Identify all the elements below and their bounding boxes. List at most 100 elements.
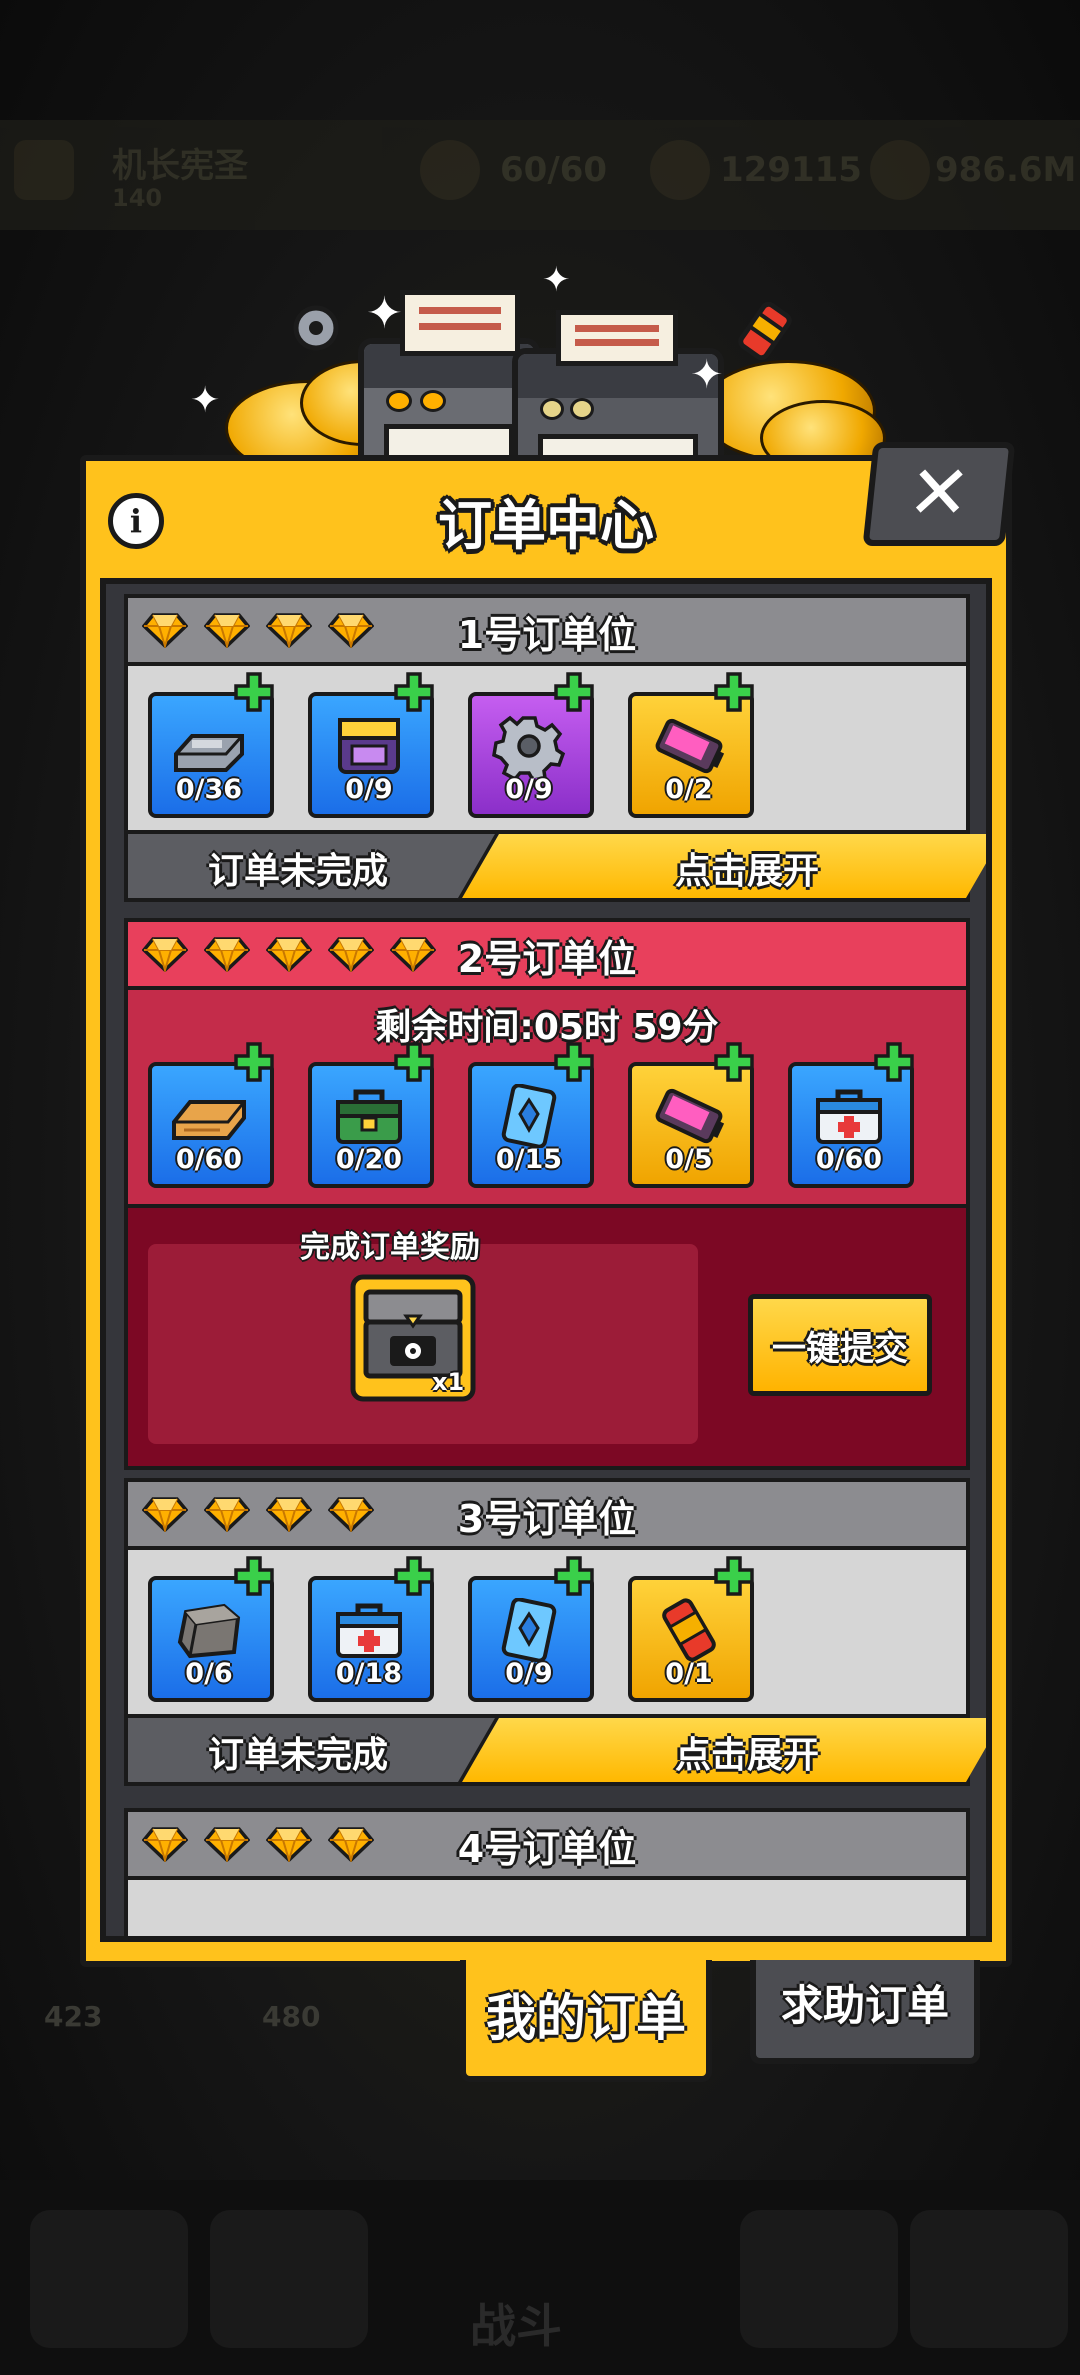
item-count: 0/18 xyxy=(335,1658,403,1689)
slot-status-row: 订单未完成 点击展开 xyxy=(128,830,986,898)
expand-button-label[interactable]: 点击展开 xyxy=(528,842,966,894)
reward-area: 完成订单奖励 x1 一键提交 xyxy=(128,1204,966,1466)
plus-icon[interactable] xyxy=(714,672,754,712)
order-paper xyxy=(400,290,520,356)
item-count: 0/9 xyxy=(505,774,553,805)
energy-icon xyxy=(420,140,480,200)
plus-icon[interactable] xyxy=(874,1042,914,1082)
side-count-left: 423 xyxy=(44,2000,103,2033)
gear-icon xyxy=(490,714,568,782)
order-slot-2: 2号订单位 剩余时间:05时 59分 0/60 0/20 0/15 0/5 0/60 完… xyxy=(124,918,970,1470)
plus-icon[interactable] xyxy=(714,1042,754,1082)
metal-ingot-icon xyxy=(170,714,248,778)
plus-icon[interactable] xyxy=(554,672,594,712)
order-item[interactable]: 0/15 xyxy=(468,1042,594,1188)
order-item[interactable]: 0/2 xyxy=(628,672,754,818)
nav-slot xyxy=(740,2210,898,2348)
sparkle-icon: ✦ xyxy=(190,380,221,421)
order-slot-list[interactable]: 1号订单位 0/36 0/9 0/9 0/2 订单未完成 点击展开 2号订单位 剩余时… xyxy=(100,578,992,1942)
reward-count: x1 xyxy=(432,1368,465,1396)
plus-icon[interactable] xyxy=(554,1042,594,1082)
nav-slot xyxy=(30,2210,188,2348)
canister-icon xyxy=(650,1598,728,1662)
stone-block-icon xyxy=(170,1598,248,1662)
item-count: 0/20 xyxy=(335,1144,403,1175)
wood-plank-icon xyxy=(170,1084,248,1148)
order-item[interactable]: 0/6 xyxy=(148,1556,274,1702)
submit-all-label: 一键提交 xyxy=(772,1329,908,1369)
order-slot-1: 1号订单位 0/36 0/9 0/9 0/2 订单未完成 点击展开 xyxy=(124,594,986,902)
order-item[interactable]: 0/36 xyxy=(148,672,274,818)
submit-all-button[interactable]: 一键提交 xyxy=(748,1294,932,1396)
tab-my-orders[interactable]: 我的订单 xyxy=(460,1960,712,2082)
plus-icon[interactable] xyxy=(714,1556,754,1596)
battery-icon xyxy=(650,1084,728,1148)
order-item[interactable]: 0/60 xyxy=(148,1042,274,1188)
battery-icon xyxy=(650,714,728,778)
reward-label: 完成订单奖励 xyxy=(300,1230,480,1265)
plus-icon[interactable] xyxy=(234,1556,274,1596)
item-count: 0/9 xyxy=(505,1658,553,1689)
slot-title: 2号订单位 xyxy=(457,937,637,981)
energy-value: 60/60 xyxy=(500,150,608,190)
order-paper xyxy=(556,310,678,366)
order-item[interactable]: 0/18 xyxy=(308,1556,434,1702)
plus-icon[interactable] xyxy=(234,1042,274,1082)
fight-label: 战斗 xyxy=(470,2299,562,2353)
order-item[interactable]: 0/1 xyxy=(628,1556,754,1702)
slot-title: 1号订单位 xyxy=(457,613,637,657)
order-item[interactable]: 0/9 xyxy=(468,672,594,818)
slot-title: 3号订单位 xyxy=(457,1497,637,1541)
item-count: 0/2 xyxy=(665,774,713,805)
item-count: 0/15 xyxy=(495,1144,563,1175)
plus-icon[interactable] xyxy=(394,672,434,712)
item-count: 0/6 xyxy=(185,1658,233,1689)
crystal-card-icon xyxy=(490,1083,568,1149)
slot-header: 4号订单位 xyxy=(128,1812,966,1880)
tab-help-orders[interactable]: 求助订单 xyxy=(750,1960,980,2064)
sparkle-icon: ✦ xyxy=(542,260,571,300)
order-item[interactable]: 0/9 xyxy=(468,1556,594,1702)
order-slot-4: 4号订单位 xyxy=(124,1808,970,1936)
plus-icon[interactable] xyxy=(234,672,274,712)
plus-icon[interactable] xyxy=(554,1556,594,1596)
nav-slot xyxy=(910,2210,1068,2348)
gear-icon xyxy=(293,305,339,351)
item-count: 0/1 xyxy=(665,1658,713,1689)
nav-slot xyxy=(210,2210,368,2348)
sparkle-icon: ✦ xyxy=(366,288,403,339)
order-item[interactable]: 0/60 xyxy=(788,1042,914,1188)
item-count: 0/9 xyxy=(345,774,393,805)
gem-value: 129115 xyxy=(720,150,862,190)
close-button[interactable]: ✕ xyxy=(862,442,1016,546)
slot-status-row: 订单未完成 点击展开 xyxy=(128,1714,986,1782)
tab-help-orders-label: 求助订单 xyxy=(780,1981,949,2030)
circuit-chip-icon xyxy=(330,714,408,778)
expand-button-label[interactable]: 点击展开 xyxy=(528,1726,966,1778)
item-count: 0/60 xyxy=(175,1144,243,1175)
player-avatar xyxy=(14,140,74,200)
order-status: 订单未完成 xyxy=(207,1735,388,1776)
slot-header: 2号订单位 xyxy=(128,922,966,990)
crystal-card-icon xyxy=(490,1597,568,1663)
gold-value: 986.6M xyxy=(935,150,1077,190)
medkit-icon xyxy=(330,1598,408,1662)
sparkle-icon: ✦ xyxy=(690,352,724,398)
order-status: 订单未完成 xyxy=(207,851,388,892)
order-item[interactable]: 0/20 xyxy=(308,1042,434,1188)
toolbox-icon xyxy=(330,1084,408,1148)
side-count-right: 480 xyxy=(262,2000,321,2033)
item-count: 0/36 xyxy=(175,774,243,805)
gold-icon xyxy=(870,140,930,200)
item-count: 0/5 xyxy=(665,1144,713,1175)
item-count: 0/60 xyxy=(815,1144,883,1175)
tab-my-orders-label: 我的订单 xyxy=(486,1989,686,2047)
plus-icon[interactable] xyxy=(394,1042,434,1082)
canister-icon xyxy=(738,301,792,361)
slot-header: 3号订单位 xyxy=(128,1482,966,1550)
order-item[interactable]: 0/5 xyxy=(628,1042,754,1188)
reward-chest[interactable]: x1 xyxy=(350,1274,476,1402)
order-item[interactable]: 0/9 xyxy=(308,672,434,818)
player-name: 机长宪圣 xyxy=(112,146,248,186)
plus-icon[interactable] xyxy=(394,1556,434,1596)
